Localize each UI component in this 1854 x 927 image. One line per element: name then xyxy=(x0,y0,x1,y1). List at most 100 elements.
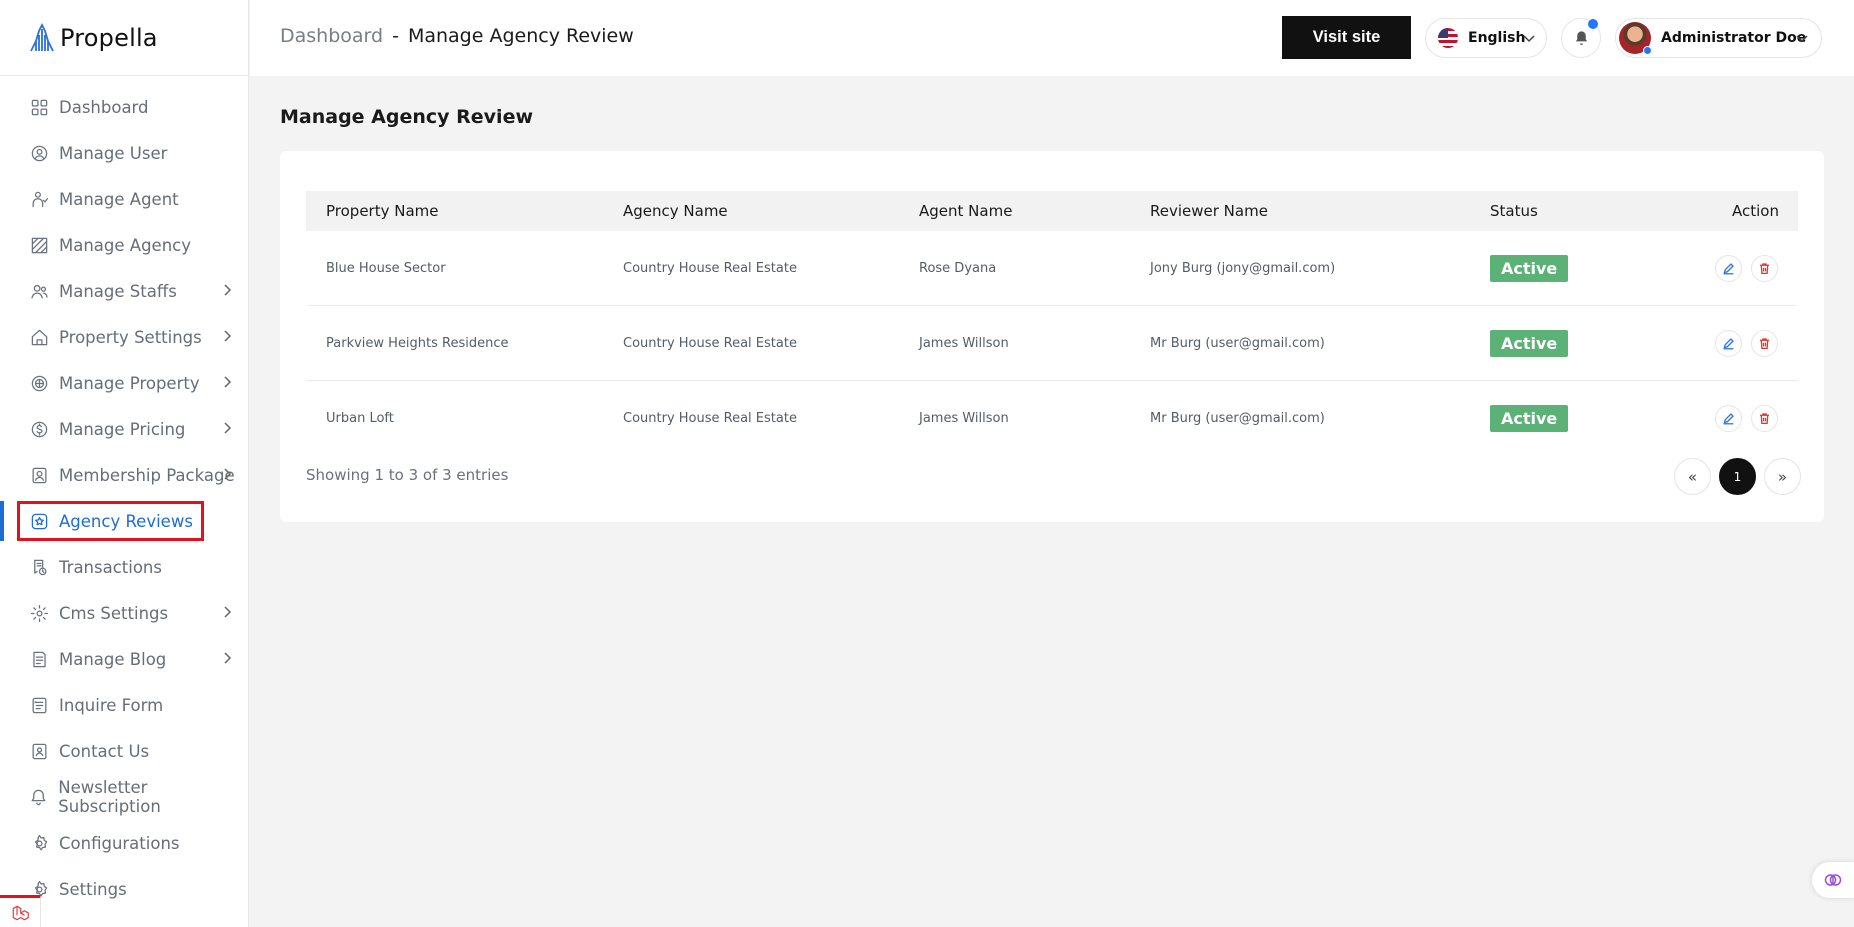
pencil-icon xyxy=(1723,413,1734,425)
cell-reviewer-name: Mr Burg (user@gmail.com) xyxy=(1150,335,1325,351)
sidebar-item-label: Manage Agency xyxy=(59,235,191,255)
sidebar-item-label: Cms Settings xyxy=(59,603,169,623)
sidebar-item-dashboard[interactable]: Dashboard xyxy=(0,84,248,130)
cell-agency-name: Country House Real Estate xyxy=(623,411,797,426)
sidebar-item-manage-blog[interactable]: Manage Blog xyxy=(0,636,248,682)
reviews-card: Property Name Agency Name Agent Name Rev… xyxy=(280,151,1824,522)
sidebar-item-label: Inquire Form xyxy=(59,695,164,715)
chevron-right-icon xyxy=(224,284,232,296)
sidebar: Propella Dashboard Manage User Manage Agen… xyxy=(0,0,249,927)
table-row: Blue House Sector Country House Real Esta… xyxy=(306,231,1798,306)
sidebar-item-label: Agency Reviews xyxy=(59,511,193,531)
laravel-icon xyxy=(12,905,29,920)
user-icon xyxy=(29,143,49,163)
table-body: Blue House Sector Country House Real Esta… xyxy=(306,231,1798,456)
breadcrumb-current: Manage Agency Review xyxy=(407,25,634,47)
chevron-down-icon xyxy=(1796,35,1808,43)
sidebar-item-manage-agent[interactable]: Manage Agent xyxy=(0,176,248,222)
breadcrumb-dashboard-link[interactable]: Dashboard xyxy=(280,25,383,47)
floating-assistant-button[interactable] xyxy=(1812,862,1854,898)
sidebar-item-label: Contact Us xyxy=(59,741,150,761)
sidebar-item-configurations[interactable]: Configurations xyxy=(0,820,248,866)
blog-icon xyxy=(29,649,49,669)
sidebar-item-inquire-form[interactable]: Inquire Form xyxy=(0,682,248,728)
status-badge: Active xyxy=(1490,405,1569,432)
sidebar-item-membership-package[interactable]: Membership Package xyxy=(0,452,248,498)
sidebar-item-label: Configurations xyxy=(59,833,180,853)
brand-name: Propella xyxy=(60,23,158,52)
column-header-property: Property Name xyxy=(326,202,439,220)
column-header-action: Action xyxy=(1732,202,1779,220)
chevron-right-icon xyxy=(224,652,232,664)
chevron-right-icon xyxy=(224,376,232,388)
propella-logo-icon xyxy=(30,22,54,51)
config-icon xyxy=(29,833,49,853)
reviews-table: Property Name Agency Name Agent Name Rev… xyxy=(306,191,1798,456)
sidebar-item-label: Manage Staffs xyxy=(59,281,177,301)
cms-icon xyxy=(29,603,49,623)
brand[interactable]: Propella xyxy=(0,0,248,76)
pagination-next-button[interactable]: » xyxy=(1764,458,1801,495)
cell-property-name: Urban Loft xyxy=(326,411,394,426)
cell-agency-name: Country House Real Estate xyxy=(623,260,797,276)
pagination: « 1 » xyxy=(1674,458,1801,495)
sidebar-item-cms-settings[interactable]: Cms Settings xyxy=(0,590,248,636)
delete-button[interactable] xyxy=(1751,405,1778,432)
table-row: Urban Loft Country House Real Estate James… xyxy=(306,381,1798,456)
visit-site-button[interactable]: Visit site xyxy=(1282,16,1411,59)
status-badge: Active xyxy=(1490,254,1569,282)
cell-agent-name: Rose Dyana xyxy=(919,260,997,276)
chevron-right-icon xyxy=(224,468,232,480)
online-status-dot xyxy=(1643,46,1652,55)
column-header-agent: Agent Name xyxy=(919,202,1013,220)
sidebar-item-property-settings[interactable]: Property Settings xyxy=(0,314,248,360)
sidebar-item-label: Membership Package xyxy=(59,465,235,485)
sidebar-item-label: Property Settings xyxy=(59,327,202,347)
status-badge: Active xyxy=(1490,329,1569,357)
dashboard-icon xyxy=(29,97,49,117)
edit-button[interactable] xyxy=(1715,405,1742,432)
sidebar-item-manage-staffs[interactable]: Manage Staffs xyxy=(0,268,248,314)
notifications-button[interactable] xyxy=(1561,18,1601,58)
sidebar-item-label: Manage Blog xyxy=(59,649,167,669)
sidebar-nav: Dashboard Manage User Manage Agent Manage A… xyxy=(0,76,248,912)
column-header-reviewer: Reviewer Name xyxy=(1150,202,1268,220)
top-header: Dashboard - Manage Agency Review Visit s… xyxy=(250,0,1854,76)
sidebar-item-label: Manage Agent xyxy=(59,189,179,209)
sidebar-item-manage-agency[interactable]: Manage Agency xyxy=(0,222,248,268)
sidebar-item-transactions[interactable]: Transactions xyxy=(0,544,248,590)
staff-icon xyxy=(29,281,49,301)
cell-agent-name: James Willson xyxy=(919,335,1009,351)
table-header: Property Name Agency Name Agent Name Rev… xyxy=(306,191,1798,231)
sidebar-item-agency-reviews[interactable]: Agency Reviews xyxy=(0,498,248,544)
user-menu[interactable]: Administrator Doe xyxy=(1615,18,1822,58)
form-icon xyxy=(29,695,49,715)
chevron-right-icon xyxy=(224,330,232,342)
pencil-icon xyxy=(1723,262,1734,274)
trash-icon xyxy=(1760,413,1769,425)
sidebar-item-newsletter-subscription[interactable]: Newsletter Subscription xyxy=(0,774,248,820)
bell-icon xyxy=(1575,30,1587,45)
property-icon xyxy=(29,373,49,393)
sidebar-item-manage-property[interactable]: Manage Property xyxy=(0,360,248,406)
edit-button[interactable] xyxy=(1715,254,1742,282)
breadcrumb: Dashboard - Manage Agency Review xyxy=(280,25,634,47)
delete-button[interactable] xyxy=(1751,254,1778,282)
avatar xyxy=(1619,22,1652,55)
sidebar-item-contact-us[interactable]: Contact Us xyxy=(0,728,248,774)
notification-dot xyxy=(1588,19,1598,29)
edit-button[interactable] xyxy=(1715,329,1742,357)
contact-icon xyxy=(29,741,49,761)
sidebar-item-manage-pricing[interactable]: Manage Pricing xyxy=(0,406,248,452)
cell-property-name: Parkview Heights Residence xyxy=(326,335,509,351)
pagination-page-1[interactable]: 1 xyxy=(1719,458,1756,495)
delete-button[interactable] xyxy=(1751,329,1778,357)
sidebar-item-manage-user[interactable]: Manage User xyxy=(0,130,248,176)
bell-icon xyxy=(29,787,48,807)
sidebar-item-label: Transactions xyxy=(59,557,162,577)
language-selector[interactable]: English xyxy=(1425,18,1547,58)
transactions-icon xyxy=(29,557,49,577)
laravel-debug-badge[interactable] xyxy=(0,895,41,927)
agency-icon xyxy=(29,235,49,255)
pagination-prev-button[interactable]: « xyxy=(1674,458,1711,495)
